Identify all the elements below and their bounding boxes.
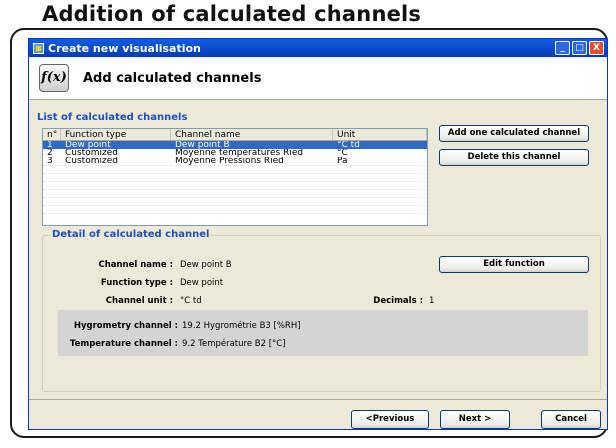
window-controls: _ □ X — [555, 41, 604, 55]
dialog-window: Create new visualisation _ □ X f(x) Add … — [28, 38, 608, 430]
channels-table[interactable]: n° Function type Channel name Unit 1 Dew… — [42, 128, 428, 226]
empty-row — [43, 189, 427, 197]
minimize-button[interactable]: _ — [555, 41, 570, 55]
next-button[interactable]: Next > — [440, 410, 510, 429]
cell-function-type: Customized — [65, 149, 118, 157]
channel-unit-value: °C td — [180, 296, 202, 306]
hygrometry-channel-label: Hygrometry channel : — [73, 321, 178, 331]
channel-name-label: Channel name : — [98, 260, 173, 270]
function-type-label: Function type : — [100, 278, 173, 288]
empty-row — [43, 213, 427, 221]
function-type-value: Dew point — [180, 278, 224, 288]
channel-name-value: Dew point B — [180, 260, 232, 270]
temperature-channel-value: 9.2 Température B2 [°C] — [182, 339, 286, 349]
cell-function-type: Dew point — [65, 141, 111, 149]
column-header-unit[interactable]: Unit — [333, 129, 427, 140]
footer-divider — [29, 399, 607, 400]
table-row[interactable]: 1 Dew point Dew point B °C td — [43, 141, 427, 149]
dialog-header: f(x) Add calculated channels — [29, 58, 607, 100]
column-header-function-type[interactable]: Function type — [61, 129, 171, 140]
cell-unit: °C — [337, 149, 348, 157]
app-icon — [33, 42, 44, 54]
cell-channel-name: Moyenne températures Ried — [175, 149, 304, 157]
decimals-value: 1 — [429, 296, 435, 306]
detail-group: Detail of calculated channel Channel nam… — [42, 229, 601, 392]
column-header-number[interactable]: n° — [43, 129, 61, 140]
list-section-label: List of calculated channels — [37, 112, 188, 123]
function-icon: f(x) — [39, 64, 69, 92]
cell-channel-name: Moyenne Pressions Ried — [175, 157, 284, 165]
cell-unit: Pa — [337, 157, 348, 165]
add-channel-button[interactable]: Add one calculated channel — [439, 125, 589, 142]
table-header: n° Function type Channel name Unit — [43, 129, 427, 141]
table-row[interactable]: 2 Customized Moyenne températures Ried °… — [43, 149, 427, 157]
cell-channel-name: Dew point B — [175, 141, 230, 149]
page-title: Addition of calculated channels — [36, 2, 428, 26]
input-channels-panel: Hygrometry channel : 19.2 Hygrométrie B3… — [58, 310, 588, 356]
cancel-button[interactable]: Cancel — [541, 410, 601, 429]
detail-section-label: Detail of calculated channel — [50, 229, 212, 240]
column-header-channel-name[interactable]: Channel name — [171, 129, 333, 140]
close-button[interactable]: X — [589, 41, 604, 55]
maximize-button[interactable]: □ — [572, 41, 587, 55]
cell-number: 2 — [47, 149, 53, 157]
delete-channel-button[interactable]: Delete this channel — [439, 149, 589, 166]
cell-number: 3 — [47, 157, 53, 165]
empty-row — [43, 197, 427, 205]
window-title: Create new visualisation — [48, 41, 201, 55]
empty-row — [43, 165, 427, 173]
temperature-channel-label: Temperature channel : — [69, 339, 178, 349]
previous-button[interactable]: <Previous — [351, 410, 429, 429]
cell-number: 1 — [47, 141, 53, 149]
empty-row — [43, 173, 427, 181]
cell-function-type: Customized — [65, 157, 118, 165]
window-titlebar[interactable]: Create new visualisation _ □ X — [29, 39, 607, 57]
hygrometry-channel-value: 19.2 Hygrométrie B3 [%RH] — [182, 321, 301, 331]
header-title: Add calculated channels — [83, 71, 262, 86]
channel-unit-label: Channel unit : — [105, 296, 173, 306]
empty-row — [43, 205, 427, 213]
cell-unit: °C td — [337, 141, 360, 149]
empty-row — [43, 181, 427, 189]
table-row[interactable]: 3 Customized Moyenne Pressions Ried Pa — [43, 157, 427, 165]
decimals-label: Decimals : — [373, 296, 423, 306]
edit-function-button[interactable]: Edit function — [439, 256, 589, 273]
